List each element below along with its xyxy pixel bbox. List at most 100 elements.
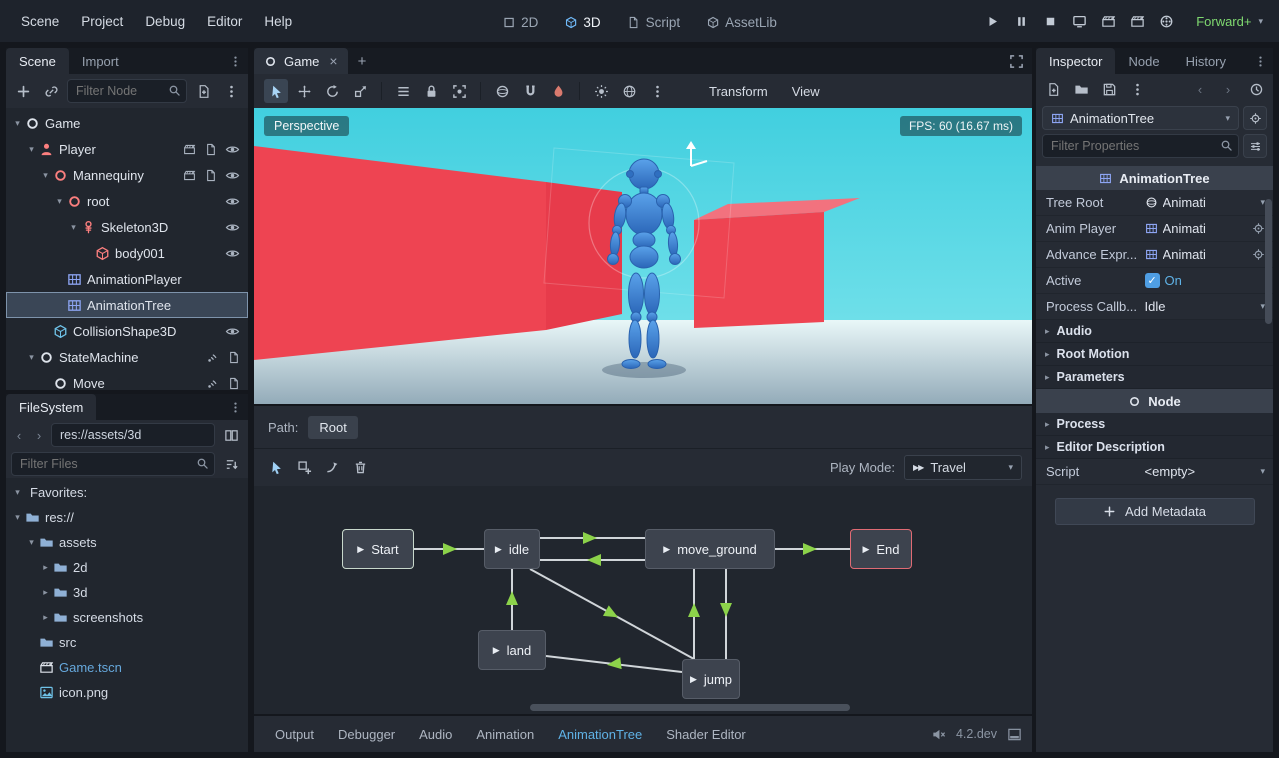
instance-scene-button[interactable] bbox=[39, 79, 63, 103]
collapse-arrow[interactable]: ▾ bbox=[10, 487, 25, 498]
fs-row-game-tscn[interactable]: Game.tscn bbox=[6, 655, 248, 680]
script-icon[interactable] bbox=[204, 143, 217, 156]
tab-scene[interactable]: Scene bbox=[6, 48, 69, 74]
section-parameters[interactable]: ▸Parameters bbox=[1036, 366, 1273, 389]
path-root-chip[interactable]: Root bbox=[308, 416, 357, 439]
section-audio[interactable]: ▸Audio bbox=[1036, 320, 1273, 343]
bottom-tab-output[interactable]: Output bbox=[264, 716, 325, 752]
script-icon[interactable] bbox=[227, 377, 240, 390]
filesystem-menu-button[interactable] bbox=[223, 394, 248, 420]
bottom-tab-audio[interactable]: Audio bbox=[408, 716, 463, 752]
tree-row-statemachine[interactable]: ▾ StateMachine bbox=[6, 344, 248, 370]
local-space-button[interactable] bbox=[490, 79, 514, 103]
property-row-anim-player[interactable]: Anim Player Animati bbox=[1036, 216, 1273, 242]
tab-inspector[interactable]: Inspector bbox=[1036, 48, 1115, 74]
state-node-move-ground[interactable]: ▶move_ground bbox=[645, 529, 775, 569]
property-row-advance-expression[interactable]: Advance Expr... Animati bbox=[1036, 242, 1273, 268]
collapse-arrow[interactable]: ▾ bbox=[52, 196, 67, 207]
sm-create-node-button[interactable] bbox=[292, 456, 316, 480]
filter-files-input[interactable] bbox=[11, 452, 215, 476]
open-scene-icon[interactable] bbox=[183, 169, 196, 182]
toggle-split-mode-button[interactable] bbox=[219, 423, 243, 447]
property-row-process-callback[interactable]: Process Callb... Idle▾ bbox=[1036, 294, 1273, 320]
menu-debug[interactable]: Debug bbox=[134, 0, 196, 42]
stop-button[interactable] bbox=[1037, 8, 1064, 34]
animationtree-section-header[interactable]: AnimationTree bbox=[1036, 166, 1273, 190]
open-scene-icon[interactable] bbox=[183, 143, 196, 156]
fs-row-src[interactable]: src bbox=[6, 630, 248, 655]
menu-editor[interactable]: Editor bbox=[196, 0, 253, 42]
state-node-end[interactable]: ▶End bbox=[850, 529, 912, 569]
visibility-icon[interactable] bbox=[225, 168, 240, 183]
select-tool-button[interactable] bbox=[264, 79, 288, 103]
edited-object-select[interactable]: AnimationTree ▾ bbox=[1042, 106, 1239, 130]
expand-viewport-button[interactable] bbox=[1001, 48, 1032, 74]
edit-history-button[interactable] bbox=[1244, 77, 1268, 101]
add-metadata-button[interactable]: Add Metadata bbox=[1055, 498, 1255, 525]
bottom-tab-debugger[interactable]: Debugger bbox=[327, 716, 406, 752]
bottom-tab-shader-editor[interactable]: Shader Editor bbox=[655, 716, 757, 752]
tree-row-animationtree[interactable]: AnimationTree bbox=[6, 292, 248, 318]
collapse-arrow[interactable]: ▾ bbox=[66, 222, 81, 233]
save-resource-button[interactable] bbox=[1097, 77, 1121, 101]
play-scene-button[interactable] bbox=[1095, 8, 1122, 34]
group-node-button[interactable] bbox=[447, 79, 471, 103]
inspector-menu-button[interactable] bbox=[1248, 48, 1273, 74]
play-mode-select[interactable]: ▶▶ Travel ▾ bbox=[904, 455, 1022, 480]
tab-history[interactable]: History bbox=[1173, 48, 1239, 74]
fs-row-screenshots[interactable]: ▸ screenshots bbox=[6, 605, 248, 630]
tree-row-collisionshape3d[interactable]: CollisionShape3D bbox=[6, 318, 248, 344]
play-state-icon[interactable]: ▶ bbox=[690, 674, 697, 685]
visibility-icon[interactable] bbox=[225, 220, 240, 235]
new-scene-tab-button[interactable]: + bbox=[348, 48, 377, 74]
fs-row-2d[interactable]: ▸ 2d bbox=[6, 555, 248, 580]
collapse-arrow[interactable]: ▾ bbox=[10, 512, 25, 523]
scene-tab-game[interactable]: Game × bbox=[254, 48, 348, 74]
renderer-selector[interactable]: Forward+▾ bbox=[1182, 14, 1269, 29]
tree-row-root[interactable]: ▾ root bbox=[6, 188, 248, 214]
pause-button[interactable] bbox=[1008, 8, 1035, 34]
tree-row-animationplayer[interactable]: AnimationPlayer bbox=[6, 266, 248, 292]
list-select-button[interactable] bbox=[391, 79, 415, 103]
workspace-3d[interactable]: 3D bbox=[551, 0, 613, 44]
play-button[interactable] bbox=[979, 8, 1006, 34]
view-menu[interactable]: View bbox=[782, 84, 830, 99]
visibility-icon[interactable] bbox=[225, 142, 240, 157]
active-checkbox[interactable]: ✓ bbox=[1145, 273, 1160, 288]
signal-icon[interactable] bbox=[206, 351, 219, 364]
close-tab-icon[interactable]: × bbox=[329, 53, 337, 69]
history-back-button[interactable]: ‹ bbox=[11, 423, 27, 447]
expand-bottom-panel-icon[interactable] bbox=[1007, 727, 1022, 742]
collapse-arrow[interactable]: ▾ bbox=[10, 118, 25, 129]
add-node-button[interactable] bbox=[11, 79, 35, 103]
state-machine-graph[interactable]: ▶Start ▶idle ▶move_ground ▶End ▶land ▶ju… bbox=[254, 486, 1032, 714]
lock-node-button[interactable] bbox=[419, 79, 443, 103]
collapse-arrow[interactable]: ▸ bbox=[38, 612, 53, 623]
tree-row-player[interactable]: ▾ Player bbox=[6, 136, 248, 162]
state-node-idle[interactable]: ▶idle bbox=[484, 529, 540, 569]
sm-delete-button[interactable] bbox=[348, 456, 372, 480]
script-icon[interactable] bbox=[227, 351, 240, 364]
fs-row-res[interactable]: ▾ res:// bbox=[6, 505, 248, 530]
state-node-jump[interactable]: ▶jump bbox=[682, 659, 740, 699]
visibility-icon[interactable] bbox=[225, 324, 240, 339]
bottom-tab-animation[interactable]: Animation bbox=[465, 716, 545, 752]
perspective-label[interactable]: Perspective bbox=[264, 116, 349, 136]
snap-button[interactable] bbox=[518, 79, 542, 103]
resource-extra-menu-button[interactable] bbox=[1125, 77, 1149, 101]
menu-help[interactable]: Help bbox=[253, 0, 303, 42]
fs-row-favorites[interactable]: ▾ Favorites: bbox=[6, 480, 248, 505]
scene-tree-menu-button[interactable] bbox=[219, 79, 243, 103]
workspace-2d[interactable]: 2D bbox=[489, 0, 551, 44]
collapse-arrow[interactable]: ▾ bbox=[24, 537, 39, 548]
tab-node[interactable]: Node bbox=[1115, 48, 1172, 74]
play-state-icon[interactable]: ▶ bbox=[663, 544, 670, 555]
fs-row-assets[interactable]: ▾ assets bbox=[6, 530, 248, 555]
current-path-input[interactable] bbox=[51, 423, 215, 447]
edit-prev-object-button[interactable]: ‹ bbox=[1188, 77, 1212, 101]
workspace-assetlib[interactable]: AssetLib bbox=[693, 0, 790, 44]
visibility-icon[interactable] bbox=[225, 194, 240, 209]
section-process[interactable]: ▸Process bbox=[1036, 413, 1273, 436]
inspector-scrollbar[interactable] bbox=[1265, 199, 1272, 324]
history-forward-button[interactable]: › bbox=[31, 423, 47, 447]
